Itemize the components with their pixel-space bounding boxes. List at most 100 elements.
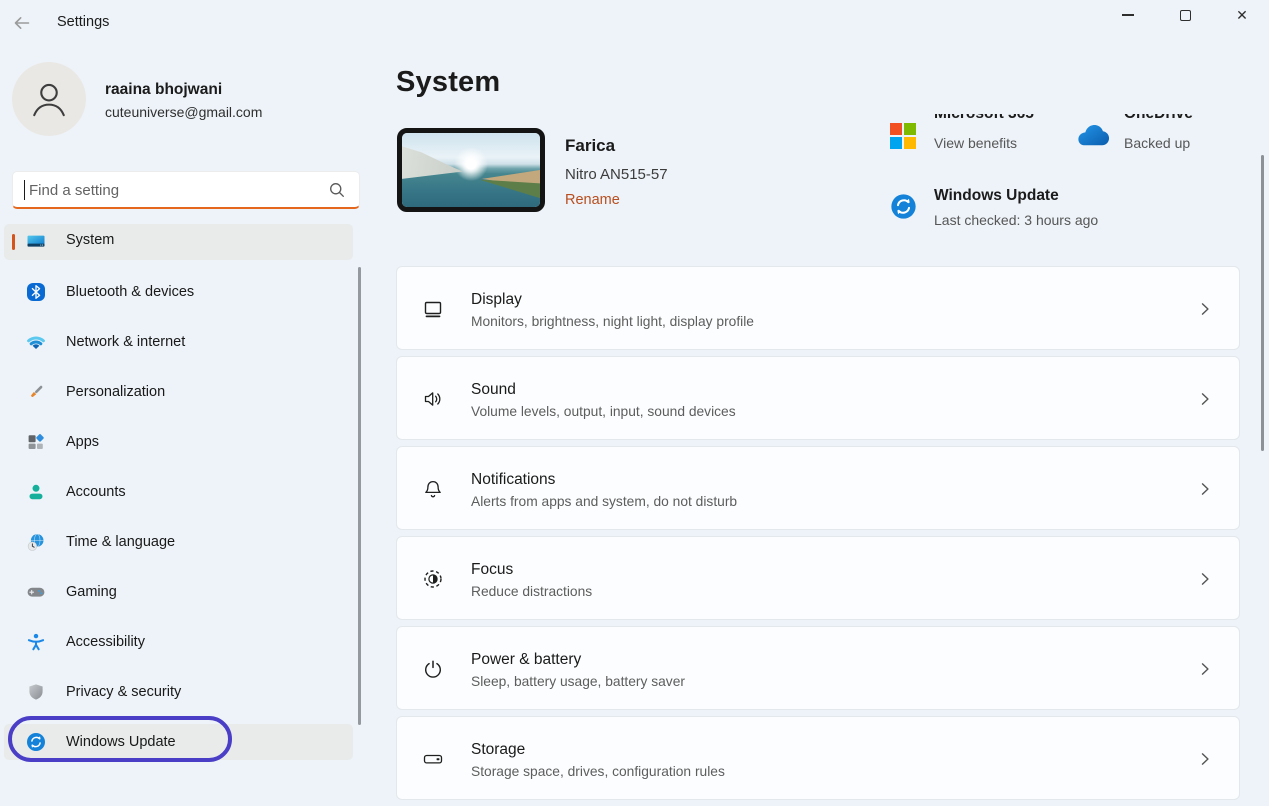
- sidebar-item-label: Accessibility: [66, 634, 145, 650]
- settings-row-notifications[interactable]: Notifications Alerts from apps and syste…: [396, 446, 1240, 530]
- highlight-outline: [8, 716, 232, 762]
- personalization-icon: [26, 382, 46, 402]
- microsoft365-subtitle: View benefits: [934, 135, 1017, 151]
- row-subtitle: Sleep, battery usage, battery saver: [471, 674, 685, 689]
- row-title: Storage: [471, 741, 525, 759]
- chevron-right-icon: [1195, 479, 1215, 499]
- rename-link[interactable]: Rename: [565, 192, 620, 208]
- search-placeholder: Find a setting: [29, 182, 119, 199]
- sidebar-item-label: Accounts: [66, 484, 126, 500]
- sidebar-item-accessibility[interactable]: Accessibility: [4, 624, 353, 660]
- sidebar-item-label: Time & language: [66, 534, 175, 550]
- power-icon: [421, 657, 445, 681]
- row-subtitle: Monitors, brightness, night light, displ…: [471, 314, 754, 329]
- windows-update-subtitle: Last checked: 3 hours ago: [934, 212, 1098, 228]
- sidebar-nav: System Bluetooth & devices Network & int…: [4, 224, 353, 774]
- accounts-icon: [26, 482, 46, 502]
- app-title: Settings: [57, 14, 109, 30]
- sidebar-item-personalization[interactable]: Personalization: [4, 374, 353, 410]
- sidebar-item-accounts[interactable]: Accounts: [4, 474, 353, 510]
- sidebar-item-label: Personalization: [66, 384, 165, 400]
- quick-cards: Microsoft 365 View benefits OneDrive Bac…: [888, 114, 1250, 236]
- row-subtitle: Volume levels, output, input, sound devi…: [471, 404, 736, 419]
- chevron-right-icon: [1195, 749, 1215, 769]
- main-scrollbar[interactable]: [1261, 155, 1264, 451]
- chevron-right-icon: [1195, 659, 1215, 679]
- device-name: Farica: [565, 136, 615, 156]
- network-icon: [26, 332, 46, 352]
- sidebar-item-network-internet[interactable]: Network & internet: [4, 324, 353, 360]
- gaming-icon: [26, 582, 46, 602]
- ms-logo-blue: [890, 137, 902, 149]
- settings-list: Display Monitors, brightness, night ligh…: [396, 266, 1240, 806]
- chevron-right-icon: [1195, 569, 1215, 589]
- chevron-right-icon: [1195, 389, 1215, 409]
- profile-name: raaina bhojwani: [105, 81, 222, 99]
- row-title: Display: [471, 291, 522, 309]
- row-title: Power & battery: [471, 651, 581, 669]
- page-title: System: [396, 66, 500, 99]
- sidebar-item-bluetooth-devices[interactable]: Bluetooth & devices: [4, 274, 353, 310]
- wallpaper-hill: [402, 133, 540, 207]
- sidebar-item-system[interactable]: System: [4, 224, 353, 260]
- sidebar-item-time-language[interactable]: Time & language: [4, 524, 353, 560]
- chevron-right-icon: [1195, 299, 1215, 319]
- settings-row-focus[interactable]: Focus Reduce distractions: [396, 536, 1240, 620]
- sidebar-item-label: Bluetooth & devices: [66, 284, 194, 300]
- text-caret: [24, 180, 25, 200]
- search-icon[interactable]: [328, 181, 346, 199]
- device-model: Nitro AN515-57: [565, 166, 668, 183]
- row-subtitle: Reduce distractions: [471, 584, 592, 599]
- profile-email: cuteuniverse@gmail.com: [105, 104, 262, 120]
- row-subtitle: Alerts from apps and system, do not dist…: [471, 494, 737, 509]
- sidebar-item-apps[interactable]: Apps: [4, 424, 353, 460]
- sidebar-item-label: Gaming: [66, 584, 117, 600]
- device-thumbnail: [397, 128, 545, 212]
- ms-logo-yellow: [904, 137, 916, 149]
- settings-row-sound[interactable]: Sound Volume levels, output, input, soun…: [396, 356, 1240, 440]
- device-wallpaper: [402, 133, 540, 207]
- apps-icon: [26, 432, 46, 452]
- onedrive-cloud-icon: [1074, 125, 1112, 149]
- row-title: Notifications: [471, 471, 555, 489]
- close-icon: ✕: [1236, 8, 1248, 22]
- selected-accent-pill: [12, 234, 15, 250]
- sidebar-item-label: Privacy & security: [66, 684, 181, 700]
- microsoft365-title[interactable]: Microsoft 365: [934, 114, 1034, 123]
- minimize-icon: [1122, 14, 1134, 15]
- maximize-icon: [1180, 10, 1191, 21]
- sidebar-item-gaming[interactable]: Gaming: [4, 574, 353, 610]
- settings-row-display[interactable]: Display Monitors, brightness, night ligh…: [396, 266, 1240, 350]
- microsoft-logo: [890, 123, 916, 149]
- sound-icon: [421, 387, 445, 411]
- bluetooth-icon: [26, 282, 46, 302]
- ms-logo-green: [904, 123, 916, 135]
- onedrive-title[interactable]: OneDrive: [1124, 114, 1193, 123]
- display-icon: [421, 297, 445, 321]
- avatar[interactable]: [12, 62, 86, 136]
- privacy-security-icon: [26, 682, 46, 702]
- focus-icon: [421, 567, 445, 591]
- back-button[interactable]: [8, 9, 36, 37]
- sidebar-item-label: System: [66, 232, 114, 248]
- person-icon: [23, 71, 75, 127]
- storage-icon: [421, 747, 445, 771]
- maximize-button[interactable]: [1163, 0, 1207, 30]
- settings-row-storage[interactable]: Storage Storage space, drives, configura…: [396, 716, 1240, 800]
- time-language-icon: [26, 532, 46, 552]
- row-title: Focus: [471, 561, 513, 579]
- settings-row-power-battery[interactable]: Power & battery Sleep, battery usage, ba…: [396, 626, 1240, 710]
- windows-update-icon: [890, 193, 917, 220]
- minimize-button[interactable]: [1106, 0, 1150, 30]
- sidebar-scrollbar[interactable]: [358, 267, 361, 725]
- windows-update-title[interactable]: Windows Update: [934, 187, 1059, 205]
- sidebar-item-label: Apps: [66, 434, 99, 450]
- system-icon: [26, 232, 46, 252]
- accessibility-icon: [26, 632, 46, 652]
- ms-logo-red: [890, 123, 902, 135]
- back-arrow-icon: [12, 13, 32, 33]
- close-button[interactable]: ✕: [1220, 0, 1264, 30]
- sidebar-item-privacy-security[interactable]: Privacy & security: [4, 674, 353, 710]
- row-title: Sound: [471, 381, 516, 399]
- notifications-icon: [421, 477, 445, 501]
